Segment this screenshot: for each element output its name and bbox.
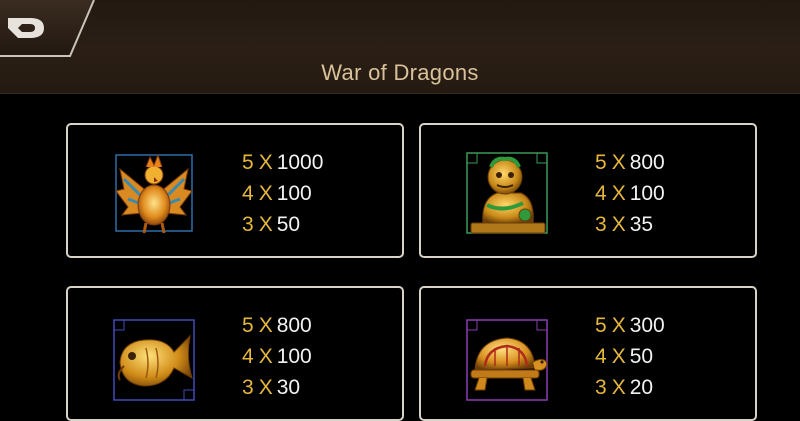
- payout-row: 3 X 35: [595, 213, 654, 236]
- paytable-card-phoenix: 5 X 1000 4 X 100 3 X 50: [66, 123, 404, 258]
- koi-fish-icon: [113, 319, 195, 401]
- page-title: War of Dragons: [321, 60, 479, 85]
- payout-row: 4 X 100: [595, 182, 665, 205]
- payout-row: 5 X 800: [595, 151, 665, 174]
- payout-row: 3 X 50: [242, 213, 301, 236]
- payout-row: 4 X 50: [595, 345, 654, 368]
- paytable-card-koi-fish: 5 X 800 4 X 100 3 X 30: [66, 286, 404, 421]
- payout-row: 5 X 800: [242, 314, 312, 337]
- payout-row: 4 X 100: [242, 345, 312, 368]
- phoenix-icon: [115, 153, 193, 234]
- payout-row: 4 X 100: [242, 182, 312, 205]
- header-bar: War of Dragons: [0, 0, 800, 94]
- foo-dog-icon: [466, 152, 548, 234]
- payout-row: 3 X 20: [595, 376, 654, 399]
- paytable-card-foo-dog: 5 X 800 4 X 100 3 X 35: [419, 123, 757, 258]
- back-button[interactable]: [0, 0, 96, 57]
- payout-row: 5 X 1000: [242, 151, 324, 174]
- paytable-card-turtle: 5 X 300 4 X 50 3 X 20: [419, 286, 757, 421]
- payout-row: 3 X 30: [242, 376, 301, 399]
- payout-row: 5 X 300: [595, 314, 665, 337]
- turtle-icon: [466, 319, 548, 401]
